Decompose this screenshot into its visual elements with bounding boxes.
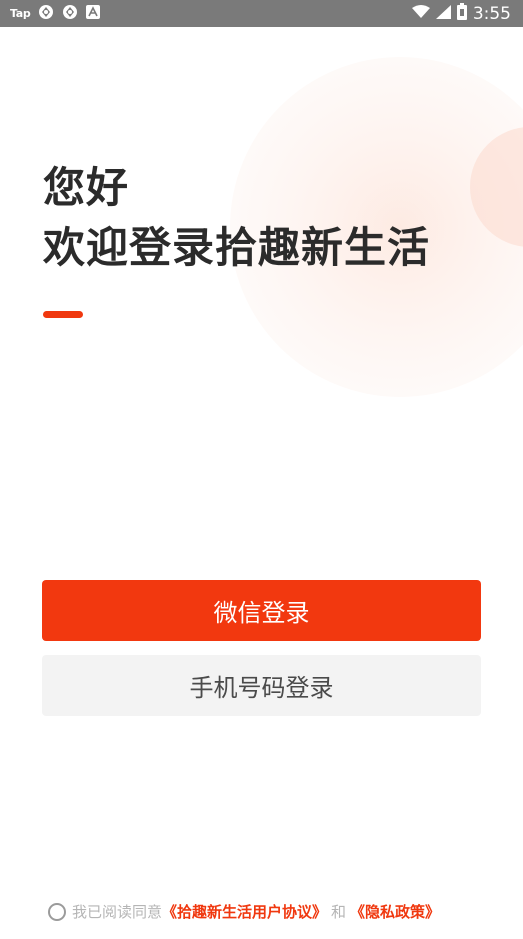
wifi-icon — [411, 4, 430, 23]
privacy-policy-link[interactable]: 《隐私政策》 — [350, 901, 440, 922]
status-right: 3:55 — [411, 3, 511, 24]
wechat-login-button[interactable]: 微信登录 — [42, 580, 481, 641]
agree-checkbox[interactable] — [48, 902, 66, 921]
phone-login-button[interactable]: 手机号码登录 — [42, 655, 481, 716]
user-agreement-link[interactable]: 《拾趣新生活用户协议》 — [162, 901, 327, 922]
agreement-row: 我已阅读同意 《拾趣新生活用户协议》 和 《隐私政策》 — [48, 901, 440, 922]
agreement-prefix: 我已阅读同意 — [72, 903, 163, 921]
a-icon — [86, 4, 101, 23]
sync-icon — [38, 4, 54, 24]
status-left: Tap — [10, 4, 101, 24]
sync-icon — [62, 4, 78, 24]
greeting-line-1: 您好 — [43, 163, 130, 212]
status-bar: Tap 3:55 — [0, 0, 523, 27]
accent-bar — [43, 311, 83, 318]
welcome-heading: 您好 欢迎登录拾趣新生活 — [43, 158, 430, 278]
status-time: 3:55 — [472, 3, 511, 24]
greeting-line-2: 欢迎登录拾趣新生活 — [43, 223, 431, 272]
decor-circle-small — [470, 127, 523, 247]
tap-app-icon: Tap — [10, 7, 31, 20]
battery-icon — [456, 3, 467, 24]
cellular-signal-icon — [435, 4, 451, 23]
agreement-and: 和 — [331, 903, 347, 921]
